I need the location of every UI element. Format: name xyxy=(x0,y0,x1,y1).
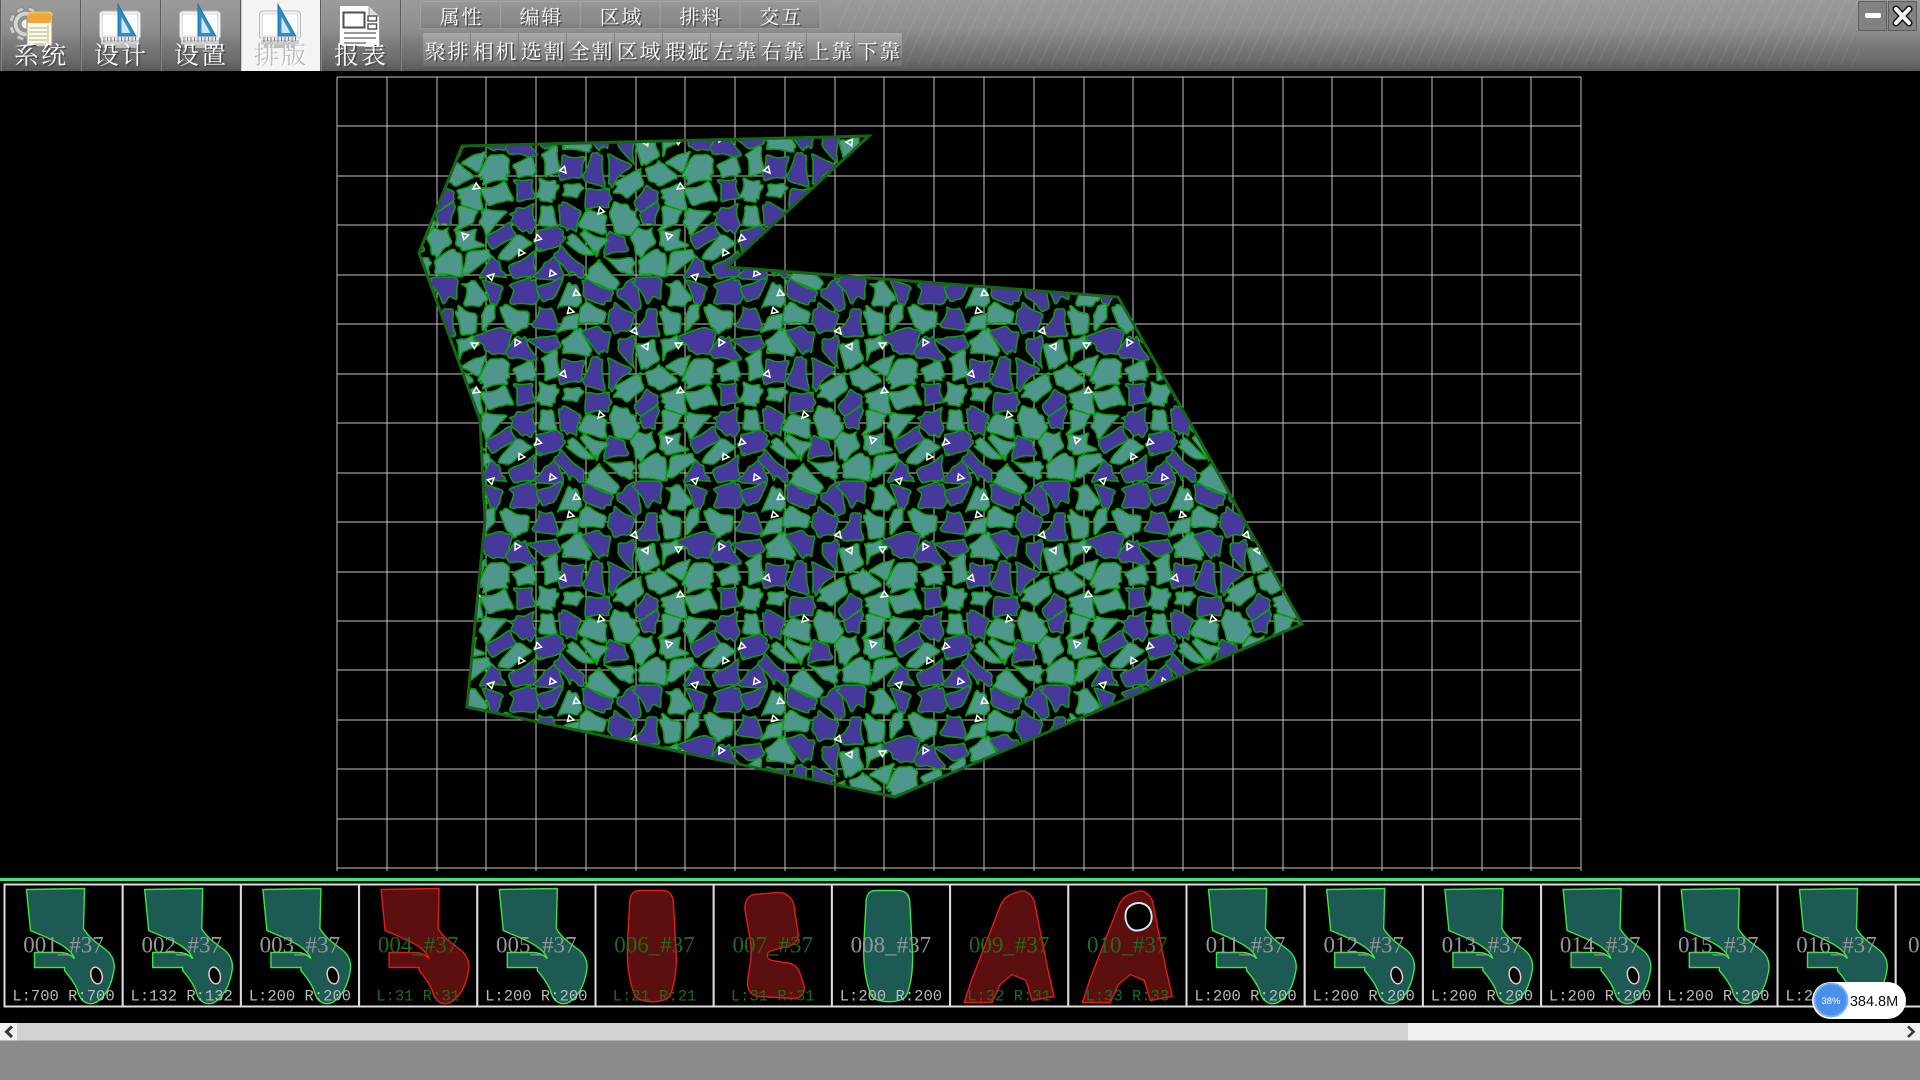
svg-text:L:200 R:200: L:200 R:200 xyxy=(1431,988,1533,1006)
svg-text:L:200 R:200: L:200 R:200 xyxy=(840,988,942,1006)
svg-text:014_#37: 014_#37 xyxy=(1560,933,1641,958)
svg-text:005_#37: 005_#37 xyxy=(496,933,577,958)
svg-text:013_#37: 013_#37 xyxy=(1442,933,1523,958)
svg-text:011_#37: 011_#37 xyxy=(1206,933,1286,958)
svg-text:L:200 R:200: L:200 R:200 xyxy=(1549,988,1651,1006)
svg-text:L:200 R:200: L:200 R:200 xyxy=(249,988,351,1006)
svg-text:L:200 R:200: L:200 R:200 xyxy=(1194,988,1296,1006)
svg-text:009_#37: 009_#37 xyxy=(969,933,1050,958)
svg-text:006_#37: 006_#37 xyxy=(614,933,695,958)
svg-text:010_#37: 010_#37 xyxy=(1087,933,1168,958)
svg-text:001_#37: 001_#37 xyxy=(23,933,104,958)
svg-text:L:21 R:21: L:21 R:21 xyxy=(613,988,697,1006)
svg-text:L:31 R:31: L:31 R:31 xyxy=(731,988,815,1006)
svg-text:008_#37: 008_#37 xyxy=(851,933,932,958)
svg-text:L:200 R:200: L:200 R:200 xyxy=(1313,988,1415,1006)
svg-text:0: 0 xyxy=(1908,933,1920,958)
svg-text:38%: 38% xyxy=(1821,996,1841,1007)
svg-text:003_#37: 003_#37 xyxy=(260,933,341,958)
svg-text:384.8M: 384.8M xyxy=(1850,994,1898,1010)
svg-text:002_#37: 002_#37 xyxy=(141,933,222,958)
svg-text:007_#37: 007_#37 xyxy=(732,933,813,958)
svg-text:L:700 R:700: L:700 R:700 xyxy=(12,988,114,1006)
svg-text:004_#37: 004_#37 xyxy=(378,933,459,958)
svg-text:L:132 R:132: L:132 R:132 xyxy=(131,988,233,1006)
svg-text:L:32 R:31: L:32 R:31 xyxy=(967,988,1051,1006)
svg-text:L:200 R:200: L:200 R:200 xyxy=(485,988,587,1006)
svg-text:012_#37: 012_#37 xyxy=(1323,933,1404,958)
svg-text:016_#37: 016_#37 xyxy=(1796,933,1877,958)
svg-text:015_#37: 015_#37 xyxy=(1678,933,1759,958)
svg-text:L:200 R:200: L:200 R:200 xyxy=(1667,988,1769,1006)
svg-text:L:33 R:33: L:33 R:33 xyxy=(1085,988,1169,1006)
svg-text:L:31 R:31: L:31 R:31 xyxy=(376,988,460,1006)
